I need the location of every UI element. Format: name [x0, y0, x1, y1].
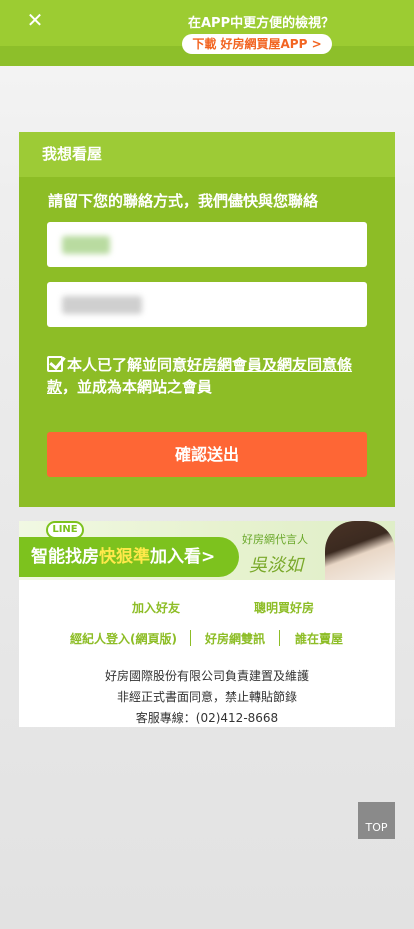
slogan-part-b: 快狠準	[99, 547, 150, 567]
link-agent-login[interactable]: 經紀人登入(網頁版)	[70, 630, 177, 647]
line-join-banner[interactable]: 智能找房快狠準加入看> LINE 好房網代言人 吳淡如	[19, 521, 395, 580]
agree-terms[interactable]: 本人已了解並同意好房網會員及網友同意條款，並成為本網站之會員	[47, 354, 367, 398]
agree-prefix: 本人已了解並同意	[67, 356, 188, 374]
name-field-blurred-text	[62, 236, 110, 254]
footer: 智能找房快狠準加入看> LINE 好房網代言人 吳淡如 加入好友 聰明買好房 經…	[19, 521, 395, 727]
checkbox-checked-icon[interactable]	[47, 356, 63, 372]
app-download-banner: ✕ 在APP中更方便的檢視？ 下載 好房網買屋APP >	[0, 0, 414, 66]
app-promo-text: 在APP中更方便的檢視？	[188, 16, 335, 31]
agree-suffix: ，並成為本網站之會員	[62, 378, 213, 396]
link-add-friend[interactable]: 加入好友	[132, 599, 180, 616]
slogan-part-c: 加入看>	[150, 547, 216, 567]
submit-button[interactable]: 確認送出	[47, 432, 367, 477]
spokesperson-label: 好房網代言人	[242, 533, 308, 546]
line-slogan[interactable]: 智能找房快狠準加入看>	[19, 537, 239, 577]
phone-field-blurred-text	[62, 296, 142, 314]
divider	[190, 630, 191, 646]
back-to-top-button[interactable]: TOP	[358, 802, 395, 839]
contact-form-card: 我想看屋 請留下您的聯絡方式，我們儘快與您聯絡 本人已了解並同意好房網會員及網友…	[19, 132, 395, 507]
company-info: 好房國際股份有限公司負責建置及維護	[104, 669, 309, 683]
divider	[279, 630, 280, 646]
form-title: 我想看屋	[19, 132, 395, 177]
copyright-notice: 非經正式書面同意，禁止轉貼節錄	[116, 690, 297, 704]
close-icon[interactable]: ✕	[25, 9, 45, 31]
spokesperson-photo	[325, 521, 395, 580]
download-app-button[interactable]: 下載 好房網買屋APP >	[182, 34, 332, 54]
spokesperson-signature: 吳淡如	[249, 555, 303, 576]
slogan-part-a: 智能找房	[31, 547, 99, 567]
link-smart-buy[interactable]: 聰明買好房	[254, 599, 314, 616]
link-who-selling[interactable]: 誰在賣屋	[295, 630, 343, 647]
service-hotline: 客服專線：(02)412-8668	[135, 711, 279, 725]
line-logo-icon: LINE	[46, 521, 84, 539]
form-intro: 請留下您的聯絡方式，我們儘快與您聯絡	[48, 192, 319, 210]
link-news[interactable]: 好房網雙訊	[205, 630, 265, 647]
